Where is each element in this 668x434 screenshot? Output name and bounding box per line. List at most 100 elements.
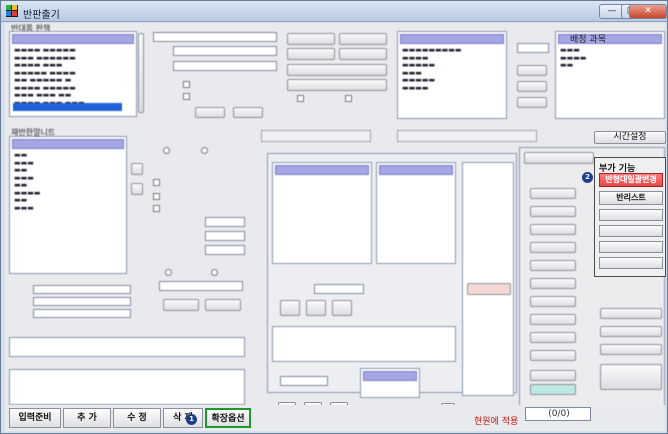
move-right-button[interactable] [131,163,143,175]
option-field-3[interactable] [205,245,245,255]
option-check-3[interactable] [153,205,160,212]
option-btn-2[interactable] [205,299,241,311]
close-button[interactable]: ✕ [629,4,667,19]
checkbox-2[interactable] [183,93,190,100]
grid-button-1[interactable] [287,33,335,45]
rp-btn-3[interactable] [530,206,576,217]
info-field-3[interactable] [33,309,131,318]
rp-btn-4[interactable] [530,224,576,235]
info-field-2[interactable] [33,297,131,306]
popup-btn-5[interactable] [599,241,663,253]
small-button-1[interactable] [195,107,225,118]
option-field-2[interactable] [205,231,245,241]
badge-2: 2 [582,172,593,183]
center-right-area [462,162,514,396]
bottom-bar: 입력준비 추 가 수 정 삭 제 확장옵션 현원에 적용 (0/0) [5,405,665,431]
title-bar: 반판출기 — □ ✕ [1,1,667,22]
popup-btn-4[interactable] [599,225,663,237]
rp-btn-teal[interactable] [530,384,576,395]
add-button[interactable]: 추 가 [63,408,111,428]
middle-right-list[interactable]: ▬▬▬▬▬▬▬▬▬ ▬▬▬▬ ▬▬▬▬▬ ▬▬▬ ▬▬▬▬▬ ▬▬▬▬ [397,31,507,119]
checkbox-1[interactable] [183,81,190,88]
center-btn-1[interactable] [280,300,300,316]
center-date-2[interactable] [280,376,328,386]
field-3[interactable] [173,61,277,71]
checkbox-red-1[interactable] [297,95,304,102]
rp-btn-11[interactable] [530,350,576,361]
option-date[interactable] [159,281,243,291]
right-small-1[interactable] [517,65,547,76]
rp-btn-8[interactable] [530,296,576,307]
client-area: 반대품 판책 ▬▬▬▬ ▬▬▬▬▬ ▬▬▬ ▬▬▬▬▬▬ ▬▬▬▬ ▬▬▬ ▬▬▬▬▬… [5,23,665,431]
option-check-2[interactable] [153,193,160,200]
memo-area-top[interactable] [9,337,245,357]
popup-btn-3[interactable] [599,209,663,221]
center-btn-3[interactable] [332,300,352,316]
pink-button[interactable] [467,283,511,295]
tab-time-settings[interactable]: 시간설정 [594,131,666,144]
bulk-change-button[interactable]: 반형대일괄변경 [599,173,663,187]
info-field-1[interactable] [33,285,131,294]
center-list-2[interactable] [376,162,456,264]
right-small-2[interactable] [517,81,547,92]
left-mid-list-rows: ▬▬ ▬▬▬ ▬▬ ▬▬▬ ▬▬ ▬▬▬▬ ▬▬ ▬▬▬ [14,151,41,212]
grid-button-4[interactable] [339,48,387,60]
rp-btn-2[interactable] [530,188,576,199]
selected-row[interactable] [13,103,122,111]
prepare-input-button[interactable]: 입력준비 [9,408,61,428]
rp-btn-9[interactable] [530,314,576,325]
radio-2[interactable] [201,147,208,154]
field-right-1[interactable] [517,43,549,53]
rp-btn-1[interactable] [524,152,594,164]
left-top-list-rows: ▬▬▬▬ ▬▬▬▬▬ ▬▬▬ ▬▬▬▬▬▬ ▬▬▬▬ ▬▬▬ ▬▬▬▬▬ ▬▬▬▬ ▬▬… [14,46,85,106]
grid-button-3[interactable] [287,48,335,60]
center-date[interactable] [314,284,364,294]
rp-btn-12[interactable] [530,370,576,381]
rp-btn-r1[interactable] [600,308,662,319]
field-2[interactable] [173,46,277,56]
checkbox-red-2[interactable] [345,95,352,102]
center-list-3[interactable] [360,368,420,398]
small-button-2[interactable] [233,107,263,118]
apply-status-text: 현원에 적용 [474,417,519,427]
popup-btn-6[interactable] [599,257,663,269]
left-mid-list[interactable]: ▬▬ ▬▬▬ ▬▬ ▬▬▬ ▬▬ ▬▬▬▬ ▬▬ ▬▬▬ [9,136,127,274]
tab-1[interactable] [261,130,371,142]
rp-btn-r3[interactable] [600,344,662,355]
right-small-3[interactable] [517,97,547,108]
rp-btn-10[interactable] [530,332,576,343]
center-list-3-header [363,371,417,381]
grid-button-2[interactable] [339,33,387,45]
far-right-list-rows: ▬▬▬ ▬▬▬▬ ▬▬ [560,46,587,69]
left-top-list[interactable]: ▬▬▬▬ ▬▬▬▬▬ ▬▬▬ ▬▬▬▬▬▬ ▬▬▬▬ ▬▬▬ ▬▬▬▬▬ ▬▬▬▬ ▬▬… [9,31,137,117]
radio-1[interactable] [163,147,170,154]
edit-button[interactable]: 수 정 [113,408,161,428]
option-field-1[interactable] [205,217,245,227]
rp-btn-7[interactable] [530,278,576,289]
extended-options-button[interactable]: 확장옵션 [205,408,251,428]
field-1[interactable] [153,32,277,42]
middle-right-list-rows: ▬▬▬▬▬▬▬▬▬ ▬▬▬▬ ▬▬▬▬▬ ▬▬▬ ▬▬▬▬▬ ▬▬▬▬ [402,46,462,92]
center-text-area[interactable] [272,326,456,362]
left-top-scroll[interactable] [138,33,144,113]
center-list-2-header [379,165,453,175]
rp-btn-6[interactable] [530,260,576,271]
class-list-button[interactable]: 반리스트 [599,191,663,205]
badge-1: 1 [186,414,197,425]
move-left-button[interactable] [131,183,143,195]
option-btn-1[interactable] [163,299,199,311]
grid-button-wide-2[interactable] [287,79,387,91]
rp-btn-r4[interactable] [600,364,662,390]
center-list-1[interactable] [272,162,372,264]
tab-2[interactable] [397,130,537,142]
radio-4[interactable] [211,269,218,276]
center-btn-2[interactable] [306,300,326,316]
option-check-1[interactable] [153,179,160,186]
memo-area[interactable] [9,369,245,405]
rp-btn-r2[interactable] [600,326,662,337]
rp-btn-5[interactable] [530,242,576,253]
delete-button[interactable]: 삭 제 [163,408,203,428]
grid-button-wide-1[interactable] [287,64,387,76]
radio-3[interactable] [165,269,172,276]
assigned-subjects-label: 배정 과목 [570,35,606,45]
